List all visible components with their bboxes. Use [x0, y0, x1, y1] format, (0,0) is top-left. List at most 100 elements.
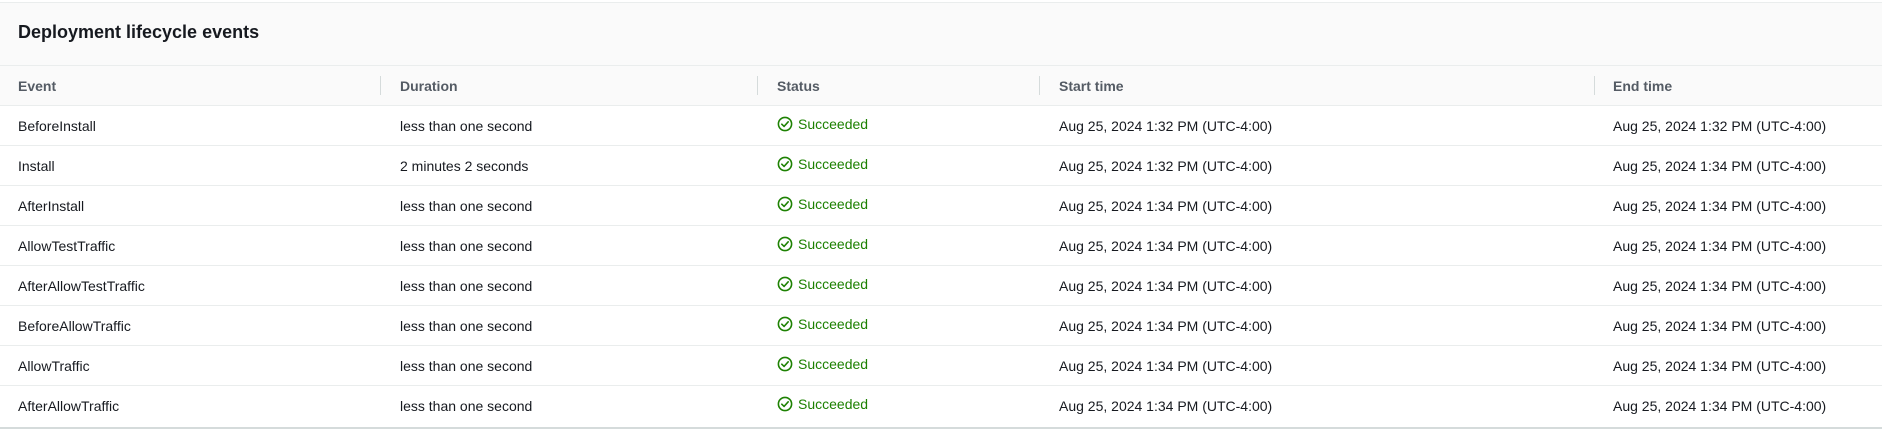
- status-text: Succeeded: [798, 116, 869, 132]
- status-cell: Succeeded: [757, 305, 1039, 346]
- status-cell: Succeeded: [757, 345, 1039, 386]
- lifecycle-events-table: Event Duration Status Start time End tim…: [0, 66, 1882, 425]
- status-cell: Succeeded: [757, 265, 1039, 306]
- column-header-end-time: End time: [1594, 66, 1882, 106]
- duration-value: less than one second: [400, 197, 533, 214]
- check-circle-icon: [777, 156, 793, 172]
- column-header-label: End time: [1613, 77, 1673, 94]
- status-text: Succeeded: [798, 196, 869, 212]
- start-time-cell: Aug 25, 2024 1:34 PM (UTC-4:00): [1039, 265, 1594, 306]
- end-time-cell: Aug 25, 2024 1:34 PM (UTC-4:00): [1594, 265, 1882, 306]
- status-text: Succeeded: [798, 396, 869, 412]
- status-text: Succeeded: [798, 316, 869, 332]
- duration-cell: less than one second: [380, 225, 757, 266]
- check-circle-icon: [777, 116, 793, 132]
- table-row: AllowTestTraffic less than one second Su…: [0, 225, 1882, 266]
- event-name: AfterInstall: [18, 197, 85, 214]
- duration-value: 2 minutes 2 seconds: [400, 157, 529, 174]
- check-circle-icon: [777, 316, 793, 332]
- status-cell: Succeeded: [757, 386, 1039, 426]
- status-text: Succeeded: [798, 356, 869, 372]
- column-header-start-time: Start time: [1039, 66, 1594, 106]
- column-header-label: Duration: [400, 77, 458, 94]
- event-cell: AfterAllowTestTraffic: [0, 265, 380, 306]
- duration-cell: less than one second: [380, 105, 757, 146]
- end-time-cell: Aug 25, 2024 1:34 PM (UTC-4:00): [1594, 185, 1882, 226]
- end-time-cell: Aug 25, 2024 1:32 PM (UTC-4:00): [1594, 105, 1882, 146]
- status-cell: Succeeded: [757, 225, 1039, 266]
- start-time-value: Aug 25, 2024 1:34 PM (UTC-4:00): [1059, 277, 1273, 294]
- duration-value: less than one second: [400, 237, 533, 254]
- start-time-value: Aug 25, 2024 1:32 PM (UTC-4:00): [1059, 157, 1273, 174]
- status-indicator: Succeeded: [777, 196, 868, 212]
- status-indicator: Succeeded: [777, 396, 868, 412]
- start-time-value: Aug 25, 2024 1:34 PM (UTC-4:00): [1059, 317, 1273, 334]
- table-row: AllowTraffic less than one second Succee…: [0, 345, 1882, 386]
- event-name: AllowTraffic: [18, 357, 90, 374]
- start-time-cell: Aug 25, 2024 1:32 PM (UTC-4:00): [1039, 145, 1594, 186]
- end-time-value: Aug 25, 2024 1:34 PM (UTC-4:00): [1613, 397, 1827, 414]
- start-time-cell: Aug 25, 2024 1:34 PM (UTC-4:00): [1039, 305, 1594, 346]
- table-header-row: Event Duration Status Start time End tim…: [0, 66, 1882, 106]
- duration-value: less than one second: [400, 317, 533, 334]
- event-cell: Install: [0, 145, 380, 186]
- column-header-label: Event: [18, 77, 57, 94]
- end-time-value: Aug 25, 2024 1:34 PM (UTC-4:00): [1613, 237, 1827, 254]
- duration-cell: 2 minutes 2 seconds: [380, 145, 757, 186]
- start-time-value: Aug 25, 2024 1:34 PM (UTC-4:00): [1059, 237, 1273, 254]
- end-time-value: Aug 25, 2024 1:34 PM (UTC-4:00): [1613, 317, 1827, 334]
- event-cell: BeforeAllowTraffic: [0, 305, 380, 346]
- end-time-value: Aug 25, 2024 1:34 PM (UTC-4:00): [1613, 197, 1827, 214]
- start-time-cell: Aug 25, 2024 1:34 PM (UTC-4:00): [1039, 345, 1594, 386]
- status-indicator: Succeeded: [777, 236, 868, 252]
- table-row: AfterAllowTraffic less than one second S…: [0, 386, 1882, 426]
- end-time-cell: Aug 25, 2024 1:34 PM (UTC-4:00): [1594, 345, 1882, 386]
- duration-value: less than one second: [400, 397, 533, 414]
- event-name: BeforeAllowTraffic: [18, 317, 131, 334]
- column-header-event: Event: [0, 66, 380, 106]
- status-indicator: Succeeded: [777, 156, 868, 172]
- event-name: AllowTestTraffic: [18, 237, 116, 254]
- status-cell: Succeeded: [757, 145, 1039, 186]
- check-circle-icon: [777, 236, 793, 252]
- table-row: AfterInstall less than one second Succee…: [0, 185, 1882, 226]
- column-header-duration: Duration: [380, 66, 757, 106]
- table-row: BeforeAllowTraffic less than one second …: [0, 305, 1882, 346]
- start-time-cell: Aug 25, 2024 1:32 PM (UTC-4:00): [1039, 105, 1594, 146]
- start-time-value: Aug 25, 2024 1:32 PM (UTC-4:00): [1059, 117, 1273, 134]
- panel-title: Deployment lifecycle events: [18, 21, 260, 42]
- table-row: Install 2 minutes 2 seconds Succeeded Au…: [0, 145, 1882, 186]
- duration-cell: less than one second: [380, 345, 757, 386]
- check-circle-icon: [777, 276, 793, 292]
- end-time-value: Aug 25, 2024 1:32 PM (UTC-4:00): [1613, 117, 1827, 134]
- end-time-value: Aug 25, 2024 1:34 PM (UTC-4:00): [1613, 357, 1827, 374]
- check-circle-icon: [777, 396, 793, 412]
- event-cell: AfterInstall: [0, 185, 380, 226]
- column-divider: [380, 76, 381, 95]
- duration-cell: less than one second: [380, 386, 757, 426]
- start-time-value: Aug 25, 2024 1:34 PM (UTC-4:00): [1059, 197, 1273, 214]
- lifecycle-events-panel: Deployment lifecycle events Event Durati…: [0, 2, 1882, 429]
- end-time-cell: Aug 25, 2024 1:34 PM (UTC-4:00): [1594, 305, 1882, 346]
- event-name: BeforeInstall: [18, 117, 96, 134]
- status-indicator: Succeeded: [777, 316, 868, 332]
- duration-cell: less than one second: [380, 185, 757, 226]
- column-header-label: Status: [777, 77, 820, 94]
- event-name: Install: [18, 157, 55, 174]
- event-cell: AllowTraffic: [0, 345, 380, 386]
- end-time-value: Aug 25, 2024 1:34 PM (UTC-4:00): [1613, 277, 1827, 294]
- event-name: AfterAllowTraffic: [18, 397, 120, 414]
- event-cell: AfterAllowTraffic: [0, 386, 380, 426]
- end-time-cell: Aug 25, 2024 1:34 PM (UTC-4:00): [1594, 145, 1882, 186]
- column-header-status: Status: [757, 66, 1039, 106]
- start-time-cell: Aug 25, 2024 1:34 PM (UTC-4:00): [1039, 386, 1594, 426]
- status-text: Succeeded: [798, 276, 869, 292]
- check-circle-icon: [777, 196, 793, 212]
- end-time-cell: Aug 25, 2024 1:34 PM (UTC-4:00): [1594, 386, 1882, 426]
- check-circle-icon: [777, 356, 793, 372]
- status-cell: Succeeded: [757, 185, 1039, 226]
- status-cell: Succeeded: [757, 105, 1039, 146]
- event-cell: BeforeInstall: [0, 105, 380, 146]
- duration-value: less than one second: [400, 357, 533, 374]
- duration-cell: less than one second: [380, 305, 757, 346]
